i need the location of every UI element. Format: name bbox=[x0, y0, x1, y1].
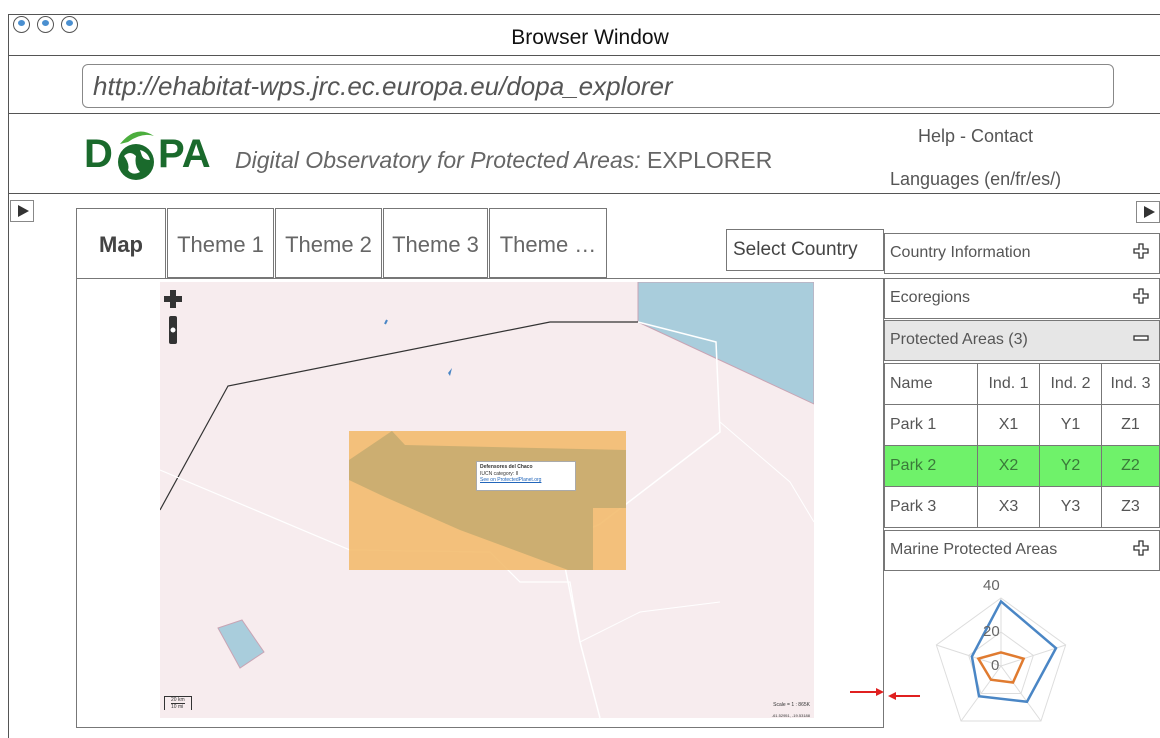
expand-left-arrow-icon[interactable] bbox=[10, 200, 34, 222]
logo-letters-pa: PA bbox=[158, 132, 211, 176]
table-header-cell[interactable]: Ind. 2 bbox=[1039, 363, 1102, 405]
tab-theme-2[interactable]: Theme 2 bbox=[275, 208, 382, 278]
radar-tick-label: 20 bbox=[983, 623, 1000, 640]
tab-theme-more[interactable]: Theme … bbox=[489, 208, 607, 278]
subtitle-explorer: EXPLORER bbox=[640, 147, 773, 173]
expand-plus-icon[interactable] bbox=[1133, 540, 1149, 556]
map-coordinates: -61.52951, -19.53188 bbox=[771, 713, 810, 718]
scale-bar: 20 km 10 mi bbox=[164, 696, 192, 710]
logo-letter-d: D bbox=[84, 132, 113, 176]
table-header-row: Name Ind. 1 Ind. 2 Ind. 3 bbox=[884, 363, 1160, 405]
table-cell: Z2 bbox=[1101, 445, 1160, 487]
map-view[interactable]: Defensores del Chaco IUCN category: II S… bbox=[160, 282, 814, 718]
table-cell: Y2 bbox=[1039, 445, 1102, 487]
accordion-marine-protected-areas[interactable]: Marine Protected Areas bbox=[884, 530, 1160, 571]
radar-tick-label: 40 bbox=[983, 577, 1000, 594]
map-canvas bbox=[160, 282, 814, 718]
radar-tick-label: 0 bbox=[991, 657, 999, 674]
zoom-control-icon[interactable] bbox=[169, 316, 177, 344]
expand-plus-icon[interactable] bbox=[1133, 243, 1149, 259]
subtitle-italic: Digital Observatory for Protected Areas: bbox=[235, 147, 641, 173]
pan-control-icon[interactable] bbox=[164, 290, 182, 308]
tab-theme-3[interactable]: Theme 3 bbox=[383, 208, 488, 278]
map-popup[interactable]: Defensores del Chaco IUCN category: II S… bbox=[476, 461, 576, 491]
url-bar[interactable]: http://ehabitat-wps.jrc.ec.europa.eu/dop… bbox=[82, 64, 1114, 108]
tab-theme-1[interactable]: Theme 1 bbox=[167, 208, 274, 278]
app-subtitle: Digital Observatory for Protected Areas:… bbox=[235, 147, 772, 174]
ecoregions-label: Ecoregions bbox=[890, 289, 971, 306]
help-contact-link[interactable]: Help - Contact bbox=[918, 126, 1033, 147]
titlebar-divider bbox=[8, 55, 1160, 56]
map-scale-label: Scale = 1 : 865K bbox=[773, 702, 810, 708]
dopa-logo[interactable]: D PA bbox=[84, 126, 224, 186]
scale-bar-mi: 10 mi bbox=[171, 703, 185, 710]
table-cell: Park 3 bbox=[884, 486, 978, 528]
scale-bar-km: 20 km bbox=[171, 697, 185, 703]
globe-icon bbox=[118, 131, 154, 180]
table-row-selected[interactable]: Park 2 X2 Y2 Z2 bbox=[884, 445, 1160, 487]
accordion-protected-areas[interactable]: Protected Areas (3) bbox=[884, 320, 1160, 361]
radar-series-1 bbox=[970, 599, 1058, 704]
table-cell: Z1 bbox=[1101, 404, 1160, 446]
table-header-cell[interactable]: Ind. 3 bbox=[1101, 363, 1160, 405]
table-cell: Park 1 bbox=[884, 404, 978, 446]
header-divider bbox=[8, 193, 1160, 194]
table-cell: X1 bbox=[977, 404, 1040, 446]
select-country-dropdown[interactable]: Select Country bbox=[726, 229, 884, 271]
protected-areas-label: Protected Areas (3) bbox=[890, 331, 1028, 348]
expand-plus-icon[interactable] bbox=[1133, 288, 1149, 304]
expand-right-arrow-icon[interactable] bbox=[1136, 201, 1160, 223]
table-header-cell[interactable]: Name bbox=[884, 363, 978, 405]
table-row[interactable]: Park 3 X3 Y3 Z3 bbox=[884, 486, 1160, 528]
tab-map[interactable]: Map bbox=[76, 208, 166, 278]
table-row[interactable]: Park 1 X1 Y1 Z1 bbox=[884, 404, 1160, 446]
country-information-label: Country Information bbox=[890, 244, 1031, 261]
table-cell: Park 2 bbox=[884, 445, 978, 487]
protected-areas-table: Name Ind. 1 Ind. 2 Ind. 3 Park 1 X1 Y1 Z… bbox=[884, 363, 1160, 528]
table-cell: Y3 bbox=[1039, 486, 1102, 528]
table-header-cell[interactable]: Ind. 1 bbox=[977, 363, 1040, 405]
urlbar-divider bbox=[8, 113, 1160, 114]
table-cell: X3 bbox=[977, 486, 1040, 528]
accordion-ecoregions[interactable]: Ecoregions bbox=[884, 278, 1160, 319]
languages-link[interactable]: Languages (en/fr/es/) bbox=[890, 169, 1061, 190]
table-cell: X2 bbox=[977, 445, 1040, 487]
collapse-minus-icon[interactable] bbox=[1133, 330, 1149, 346]
popup-link[interactable]: See on ProtectedPlanet.org bbox=[480, 477, 572, 484]
marine-protected-areas-label: Marine Protected Areas bbox=[890, 541, 1058, 558]
table-cell: Y1 bbox=[1039, 404, 1102, 446]
window-title: Browser Window bbox=[511, 26, 669, 49]
accordion-country-information[interactable]: Country Information bbox=[884, 233, 1160, 274]
radar-chart: 40 20 0 bbox=[935, 577, 1067, 722]
table-cell: Z3 bbox=[1101, 486, 1160, 528]
